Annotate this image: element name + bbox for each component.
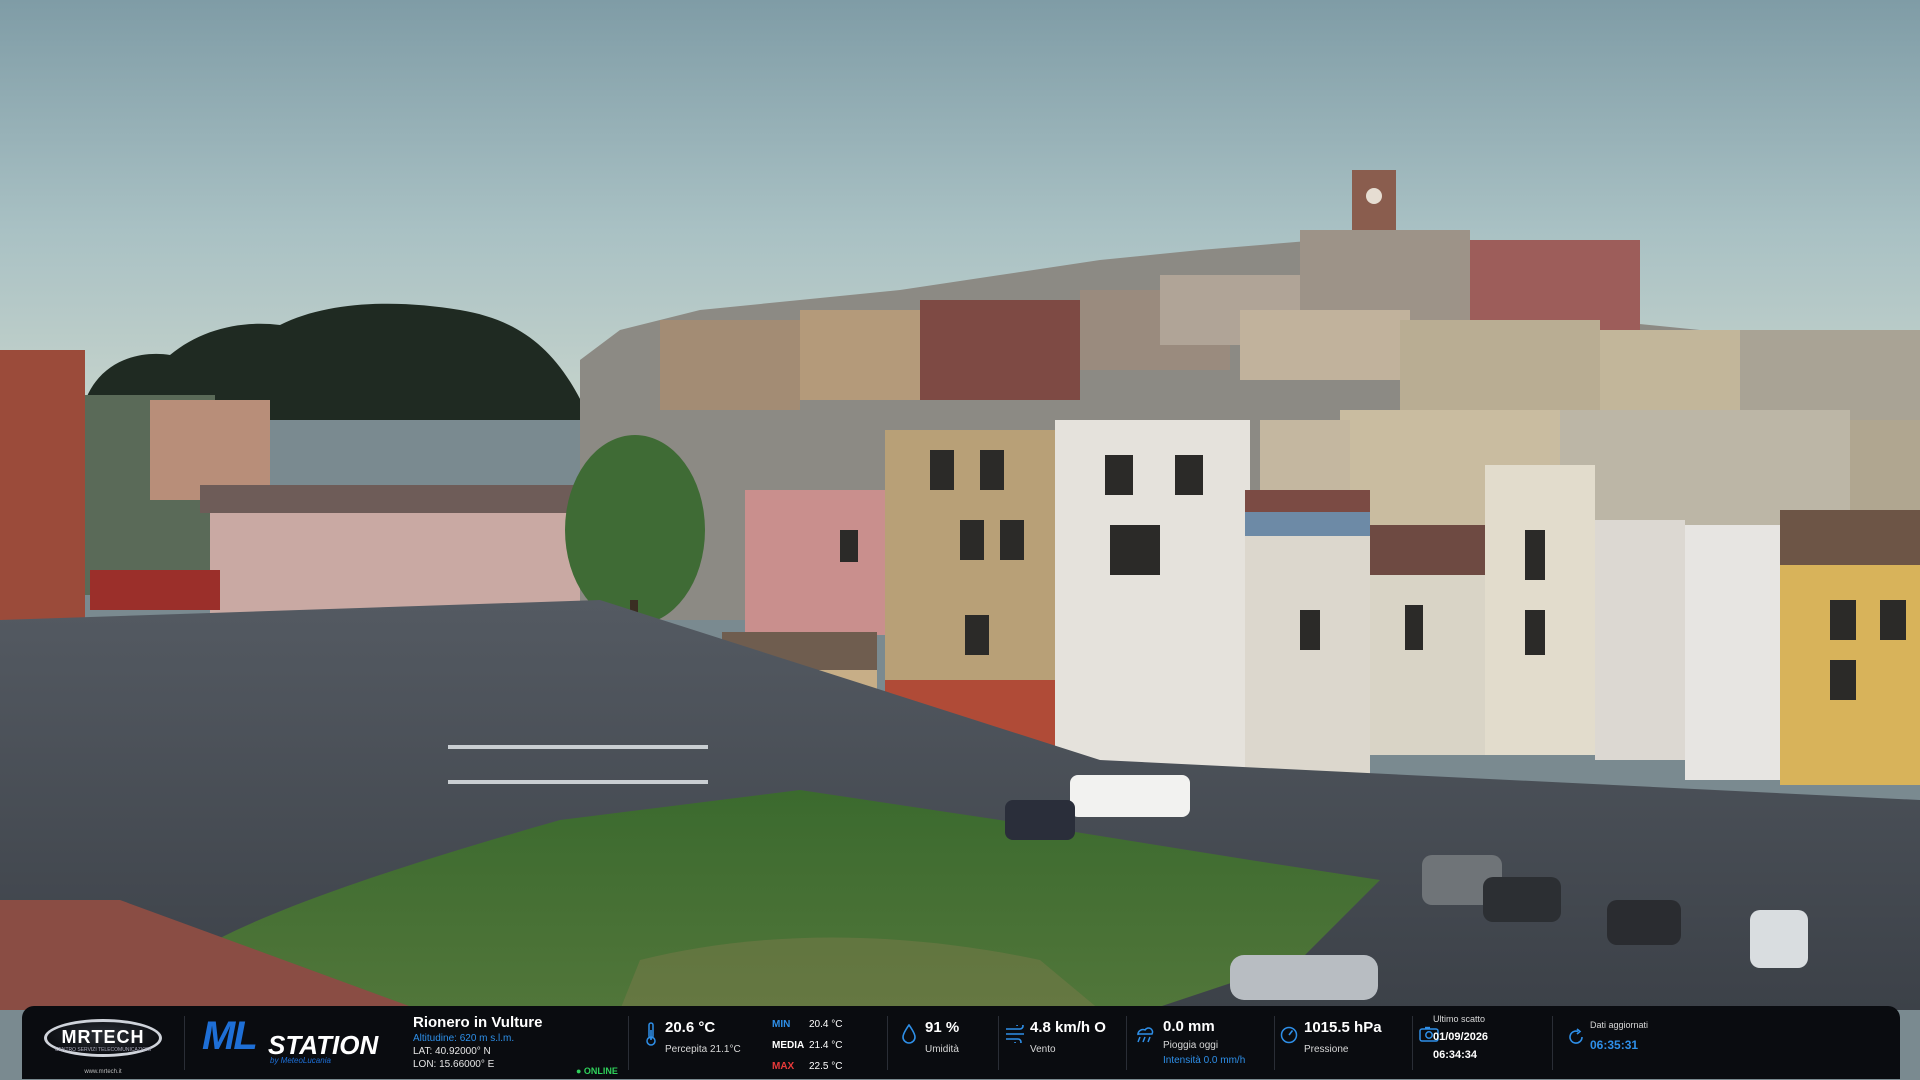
divider	[184, 1016, 185, 1070]
station-altitude: Altitudine: 620 m s.l.m.	[413, 1033, 515, 1044]
temp-max-value: 22.5 °C	[809, 1061, 843, 1072]
rain-icon	[1135, 1026, 1155, 1044]
rain-label: Pioggia oggi	[1163, 1040, 1219, 1051]
divider	[1274, 1016, 1275, 1070]
pressure-label: Pressione	[1304, 1044, 1349, 1055]
updated-time: 06:35:31	[1590, 1038, 1639, 1052]
temp-avg-value: 21.4 °C	[809, 1040, 843, 1051]
station-longitude: LON: 15.66000° E	[413, 1059, 495, 1070]
online-status-badge: ● ONLINE	[576, 1066, 618, 1076]
mrtech-logo-name: MRTECH	[61, 1027, 145, 1047]
last-shot-date: 01/09/2026	[1433, 1031, 1489, 1043]
pressure-value: 1015.5 hPa	[1304, 1019, 1382, 1036]
feels-like-temperature: Percepita 21.1°C	[665, 1044, 741, 1055]
mlstation-logo-ml: ML	[202, 1014, 258, 1058]
humidity-label: Umidità	[925, 1044, 959, 1055]
temperature-value: 20.6 °C	[665, 1019, 716, 1036]
divider	[998, 1016, 999, 1070]
refresh-icon	[1567, 1028, 1585, 1046]
rain-value: 0.0 mm	[1163, 1018, 1215, 1035]
wind-icon	[1005, 1025, 1027, 1043]
webcam-image	[0, 0, 1920, 1080]
temp-avg-label: MEDIA	[772, 1040, 805, 1051]
divider	[1126, 1016, 1127, 1070]
mrtech-logo-site: www.mrtech.it	[84, 1069, 122, 1075]
last-shot-time: 06:34:34	[1433, 1049, 1478, 1061]
updated-label: Dati aggiornati	[1590, 1020, 1649, 1030]
mrtech-logo-tagline: CENTRO SERVIZI TELECOMUNICAZIONI	[54, 1047, 152, 1053]
mlstation-logo: ML STATION by MeteoLucania	[202, 1012, 412, 1070]
divider	[628, 1016, 629, 1070]
station-name: Rionero in Vulture	[413, 1014, 543, 1031]
divider	[887, 1016, 888, 1070]
rain-intensity: Intensità 0.0 mm/h	[1163, 1055, 1246, 1066]
water-drop-icon	[902, 1024, 916, 1044]
temp-max-label: MAX	[772, 1061, 795, 1072]
last-shot-label: Ultimo scatto	[1433, 1014, 1486, 1024]
divider	[1412, 1016, 1413, 1070]
divider	[1552, 1016, 1553, 1070]
temp-min-value: 20.4 °C	[809, 1019, 843, 1030]
humidity-value: 91 %	[925, 1019, 960, 1036]
weather-overlay-bar: MRTECH CENTRO SERVIZI TELECOMUNICAZIONI …	[22, 1006, 1900, 1079]
station-latitude: LAT: 40.92000° N	[413, 1046, 491, 1057]
mlstation-logo-by: by MeteoLucania	[270, 1056, 331, 1065]
temp-min-label: MIN	[772, 1019, 791, 1030]
thermometer-icon	[645, 1022, 657, 1046]
mrtech-logo: MRTECH CENTRO SERVIZI TELECOMUNICAZIONI …	[40, 1014, 164, 1075]
wind-label: Vento	[1030, 1044, 1056, 1055]
wind-value: 4.8 km/h O	[1030, 1019, 1106, 1036]
pressure-gauge-icon	[1280, 1026, 1298, 1044]
